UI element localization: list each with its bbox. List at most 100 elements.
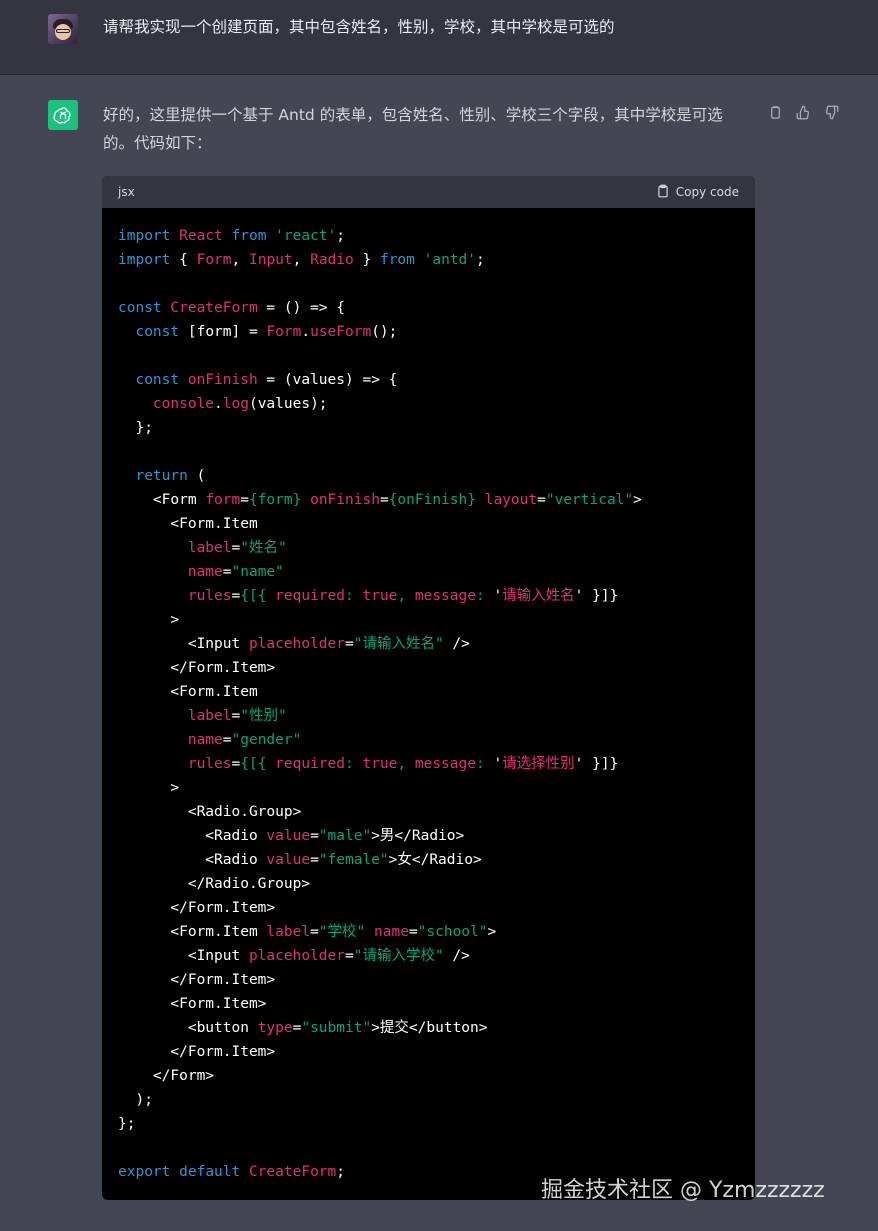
code-token: /> [443, 948, 470, 964]
code-token: "male" [318, 828, 372, 844]
code-token: }; [118, 1116, 136, 1132]
code-token: from [231, 228, 267, 244]
user-message-text: 请帮我实现一个创建页面，其中包含姓名，性别，学校，其中学校是可选的 [103, 18, 615, 36]
copy-code-button[interactable]: Copy code [656, 184, 739, 201]
code-token: message [414, 588, 476, 604]
code-token: Form [266, 324, 302, 340]
code-token: 请输入姓名 [502, 588, 575, 604]
code-line: </Form.Item> [118, 896, 739, 920]
code-token: name [187, 564, 223, 580]
code-token: Form [196, 252, 232, 268]
code-token: <Form [118, 492, 206, 508]
code-line: }; [118, 416, 739, 440]
code-token: name [374, 924, 409, 940]
code-token: : [475, 588, 494, 604]
code-token: ' }]} [574, 588, 619, 604]
code-token: <Input [118, 636, 249, 652]
code-token: value [266, 828, 311, 844]
code-token: label [187, 540, 232, 556]
code-token: } [353, 252, 380, 268]
code-token: = [231, 708, 241, 724]
code-token: "vertical" [545, 492, 634, 508]
code-token: 请选择性别 [502, 756, 575, 772]
thumbs-down-icon[interactable] [822, 103, 840, 121]
code-token: useForm [310, 324, 372, 340]
code-token: <button [118, 1020, 258, 1036]
code-token: <Form.Item [118, 924, 267, 940]
code-token: </Form.Item> [118, 972, 276, 988]
code-line: <Radio value="female">女</Radio> [118, 848, 739, 872]
code-line: </Form.Item> [118, 1040, 739, 1064]
code-token: = () => { [257, 300, 346, 316]
code-token: onFinish [310, 492, 380, 508]
code-token: }; [118, 420, 153, 436]
code-token: </Form.Item> [118, 1044, 276, 1060]
code-token: (); [371, 324, 398, 340]
code-token: console [152, 396, 215, 412]
code-line: import React from 'react'; [118, 224, 739, 248]
code-token: value [266, 852, 311, 868]
code-token: "school" [417, 924, 488, 940]
code-token: "gender" [231, 732, 302, 748]
code-token: required [275, 756, 345, 772]
code-language-label: jsx [118, 185, 135, 199]
code-token: name [187, 732, 223, 748]
message-actions [766, 103, 840, 121]
code-token: { [170, 252, 197, 268]
code-token: const [135, 372, 180, 388]
code-token: /> [443, 636, 470, 652]
user-message-row: 请帮我实现一个创建页面，其中包含姓名，性别，学校，其中学校是可选的 [0, 0, 878, 75]
thumbs-up-icon[interactable] [794, 103, 812, 121]
code-token: = [222, 732, 232, 748]
code-token: {[{ [240, 588, 276, 604]
code-token: = [231, 540, 241, 556]
code-token: : [475, 756, 494, 772]
code-content[interactable]: import React from 'react'; import { Form,… [102, 208, 755, 1184]
code-token: : [345, 588, 363, 604]
code-token: : [345, 756, 363, 772]
code-line: <Form.Item [118, 680, 739, 704]
code-line: return ( [118, 464, 739, 488]
code-token: ); [118, 1092, 153, 1108]
code-token: Input [248, 252, 293, 268]
code-token: CreateForm [170, 300, 258, 316]
code-token: rules [187, 588, 232, 604]
code-token: placeholder [248, 636, 345, 652]
code-line: name="gender" [118, 728, 739, 752]
code-token: export [118, 1164, 171, 1180]
code-token: "请输入学校" [353, 948, 444, 964]
copy-icon[interactable] [766, 103, 784, 121]
code-line: <Form.Item [118, 512, 739, 536]
code-token: (values); [248, 396, 328, 412]
code-line: label="性别" [118, 704, 739, 728]
code-token: Radio [310, 252, 354, 268]
code-line: rules={[{ required: true, message: '请选择性… [118, 752, 739, 776]
code-token: React [179, 228, 223, 244]
code-token: label [266, 924, 311, 940]
code-token: <Input [118, 948, 249, 964]
code-token: = [537, 492, 546, 508]
code-line: <Input placeholder="请输入姓名" /> [118, 632, 739, 656]
code-token: ' [493, 756, 503, 772]
code-token: const [135, 324, 180, 340]
code-token: const [118, 300, 162, 316]
code-token: <Form.Item [118, 516, 258, 532]
code-token: label [187, 708, 232, 724]
code-line: name="name" [118, 560, 739, 584]
code-line: <Form.Item label="学校" name="school"> [118, 920, 739, 944]
user-avatar [48, 14, 78, 44]
code-token: ' }]} [574, 756, 619, 772]
code-token: from [379, 252, 415, 268]
code-token: default [179, 1164, 241, 1180]
code-token: = [344, 948, 354, 964]
code-token: </Form.Item> [118, 660, 276, 676]
